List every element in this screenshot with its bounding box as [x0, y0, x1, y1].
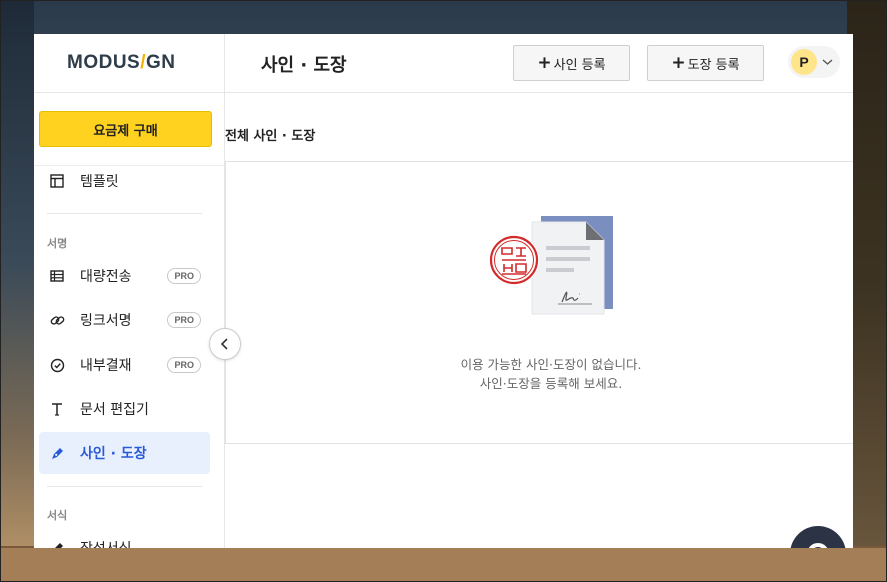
sidebar-item-label: 템플릿 — [80, 174, 119, 190]
chat-icon — [807, 543, 829, 548]
sidebar-item-link-sign[interactable]: 링크서명 PRO — [39, 299, 210, 341]
logo[interactable]: MODUS/GN — [67, 52, 176, 74]
template-icon — [49, 173, 65, 189]
purchase-plan-button[interactable]: 요금제 구매 — [39, 111, 212, 147]
divider — [47, 486, 202, 487]
pro-badge: PRO — [167, 357, 201, 373]
sidebar-item-label: 내부결재 — [80, 358, 132, 374]
sidebar: MODUS/GN 요금제 구매 템플릿 서명 대량전송 PRO 링크서명 PRO… — [34, 34, 225, 548]
logo-main: MODUS — [67, 52, 141, 73]
divider — [47, 213, 202, 214]
section-label-form: 서식 — [47, 509, 68, 522]
avatar: P — [791, 49, 817, 75]
account-menu[interactable]: P — [788, 46, 840, 78]
pen-icon — [49, 445, 65, 461]
sidebar-item-document-editor[interactable]: 문서 편집기 — [39, 388, 210, 430]
background-right — [847, 0, 887, 582]
sidebar-item-label: 문서 편집기 — [80, 402, 149, 418]
pro-badge: PRO — [167, 268, 201, 284]
page-title: 사인 · 도장 — [261, 55, 347, 76]
purchase-area: 요금제 구매 — [34, 93, 224, 166]
sidebar-item-bulk-send[interactable]: 대량전송 PRO — [39, 255, 210, 297]
pen-icon — [49, 540, 65, 548]
pro-badge: PRO — [167, 312, 201, 328]
logo-area: MODUS/GN — [34, 34, 224, 93]
sidebar-item-label: 사인 · 도장 — [80, 446, 147, 462]
background-bottom — [0, 546, 887, 582]
section-label-sign: 서명 — [47, 237, 68, 250]
app-window: MODUS/GN 요금제 구매 템플릿 서명 대량전송 PRO 링크서명 PRO… — [34, 34, 853, 548]
sidebar-item-sign-stamp[interactable]: 사인 · 도장 — [39, 432, 210, 474]
chat-support-button[interactable] — [790, 526, 846, 548]
add-sign-label: 사인 등록 — [553, 57, 606, 73]
logo-tail: GN — [146, 52, 176, 73]
sidebar-item-label: 작성서식 — [80, 538, 132, 548]
add-stamp-label: 도장 등록 — [687, 57, 740, 73]
background-left — [0, 0, 34, 582]
plus-icon: + — [671, 53, 686, 73]
table-icon — [49, 268, 65, 284]
header: 사인 · 도장 + 사인 등록 + 도장 등록 P — [225, 34, 853, 93]
empty-message-line1: 이용 가능한 사인·도장이 없습니다. — [460, 357, 642, 372]
text-icon — [49, 401, 65, 417]
sidebar-item-label: 링크서명 — [80, 313, 132, 329]
add-stamp-button[interactable]: + 도장 등록 — [647, 45, 764, 81]
empty-state-illustration — [488, 214, 614, 320]
empty-state-panel: 이용 가능한 사인·도장이 없습니다. 사인·도장을 등록해 보세요. — [225, 161, 853, 444]
chevron-left-icon — [220, 335, 230, 354]
plus-icon: + — [537, 53, 552, 73]
sidebar-item-internal-approval[interactable]: 내부결재 PRO — [39, 344, 210, 386]
check-circle-icon — [49, 357, 65, 373]
sidebar-item-label: 대량전송 — [80, 269, 132, 285]
chevron-down-icon — [822, 58, 833, 66]
empty-message-line2: 사인·도장을 등록해 보세요. — [479, 376, 623, 391]
sidebar-item-form-writing[interactable]: 작성서식 — [39, 527, 210, 548]
add-sign-button[interactable]: + 사인 등록 — [513, 45, 630, 81]
sidebar-collapse-button[interactable] — [209, 328, 241, 360]
list-subheader: 전체 사인 · 도장 — [225, 129, 316, 144]
link-icon — [49, 312, 65, 328]
sidebar-item-template[interactable]: 템플릿 — [39, 160, 210, 202]
